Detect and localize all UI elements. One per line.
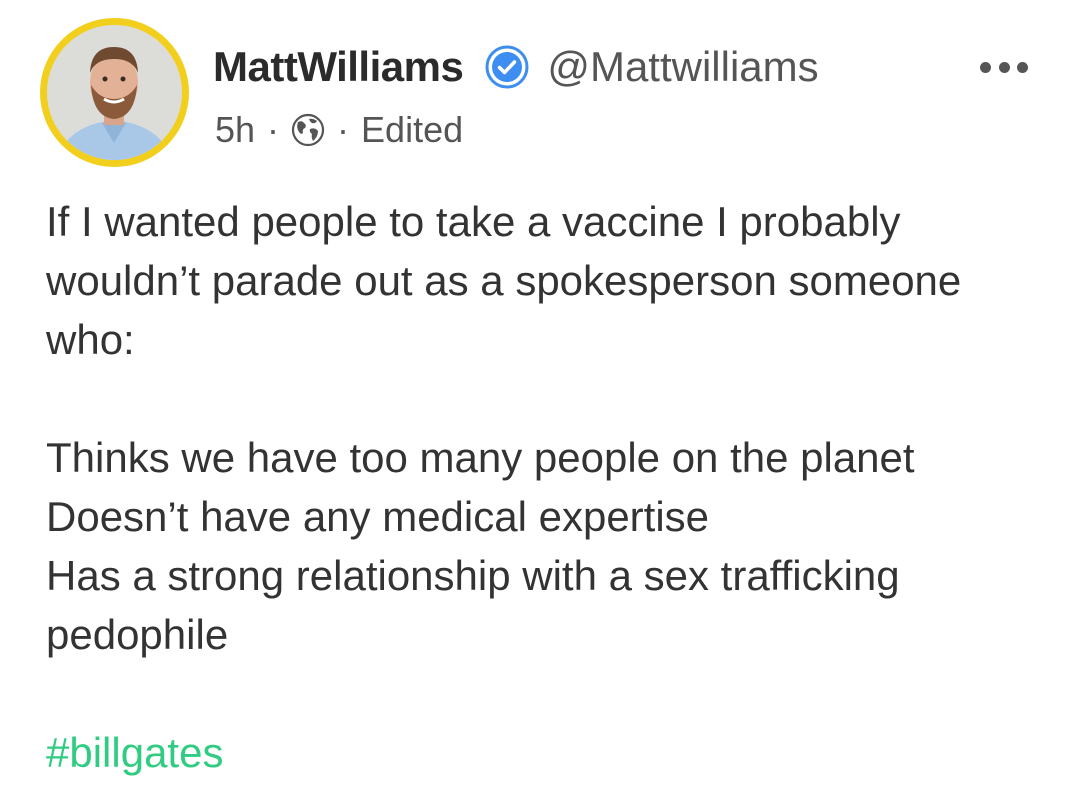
globe-icon xyxy=(291,113,325,147)
author-display-name[interactable]: MattWilliams xyxy=(213,43,464,91)
body-line: Doesn’t have any medical expertise xyxy=(46,493,710,540)
author-handle[interactable]: @Mattwilliams xyxy=(547,43,818,91)
meta-separator: · xyxy=(267,109,280,150)
body-line: Thinks we have too many people on the pl… xyxy=(46,434,915,481)
avatar-photo-illustration xyxy=(47,25,182,160)
more-dot xyxy=(1017,61,1028,73)
more-dot xyxy=(980,61,991,73)
avatar-photo xyxy=(47,25,182,160)
avatar[interactable] xyxy=(40,18,189,167)
verified-badge-icon xyxy=(485,45,529,89)
body-line: Has a strong relationship with a sex tra… xyxy=(46,552,900,599)
post-card: MattWilliams @Mattwilliams 5h · · Edited xyxy=(0,0,1080,807)
more-dot xyxy=(998,61,1010,73)
body-line: If I wanted people to take a vaccine I p… xyxy=(46,198,901,245)
body-line: who: xyxy=(46,316,135,363)
body-line: wouldn’t parade out as a spokesperson so… xyxy=(46,257,962,304)
post-time: 5h xyxy=(215,109,256,150)
hashtag-link[interactable]: #billgates xyxy=(46,723,1046,782)
post-header: MattWilliams @Mattwilliams xyxy=(213,40,819,94)
body-line: pedophile xyxy=(46,611,229,658)
post-body: If I wanted people to take a vaccine I p… xyxy=(46,192,1046,782)
edited-label: Edited xyxy=(361,109,464,150)
meta-separator: · xyxy=(337,109,350,150)
post-meta: 5h · · Edited xyxy=(215,108,463,152)
more-horizontal-icon[interactable] xyxy=(980,60,1028,74)
